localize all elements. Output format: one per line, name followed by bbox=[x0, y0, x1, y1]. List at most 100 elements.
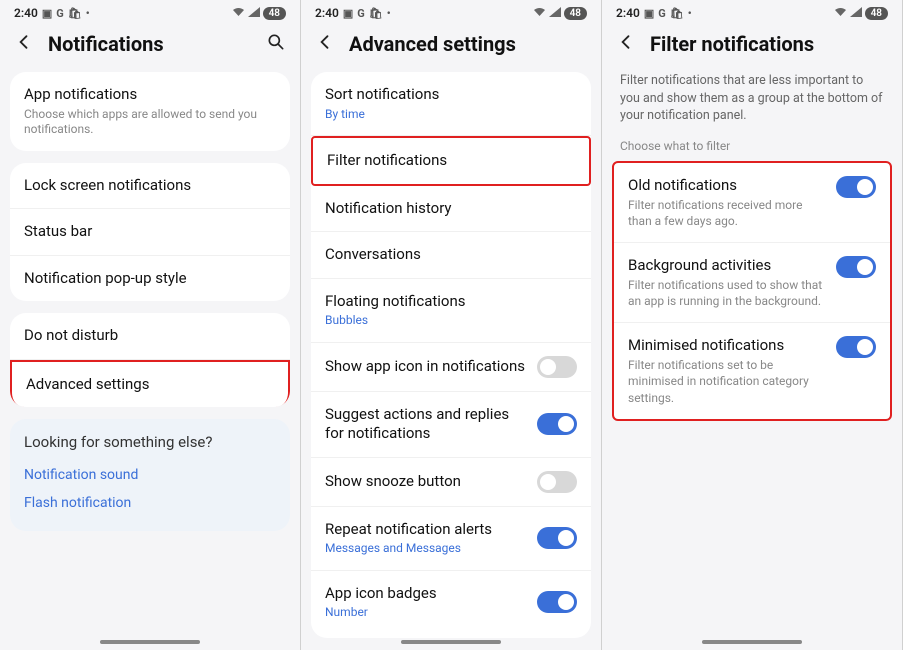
image-icon: ▣ bbox=[343, 7, 353, 20]
page-description: Filter notifications that are less impor… bbox=[602, 72, 902, 139]
toggle-repeat-alerts[interactable] bbox=[537, 527, 577, 549]
back-icon[interactable] bbox=[14, 32, 34, 56]
item-suggest-actions[interactable]: Suggest actions and replies for notifica… bbox=[311, 392, 591, 458]
toggle-show-snooze[interactable] bbox=[537, 471, 577, 493]
screen-filter-notifications: 2:40 ▣ G 🛍 • 48 Filter notifications Fil… bbox=[602, 0, 903, 650]
screen-advanced-settings: 2:40 ▣ G 🛍 • 48 Advanced settings Sort n… bbox=[301, 0, 602, 650]
home-indicator[interactable] bbox=[702, 640, 802, 644]
item-conversations[interactable]: Conversations bbox=[311, 232, 591, 279]
item-app-icon-badges[interactable]: App icon badges Number bbox=[311, 571, 591, 634]
bag-icon: 🛍 bbox=[670, 7, 684, 20]
item-sort-notifications[interactable]: Sort notifications By time bbox=[311, 72, 591, 136]
item-notification-history[interactable]: Notification history bbox=[311, 186, 591, 233]
item-title: Notification history bbox=[325, 199, 452, 219]
item-advanced-settings[interactable]: Advanced settings bbox=[10, 360, 290, 408]
card-advanced-list: Sort notifications By time Filter notifi… bbox=[311, 72, 591, 638]
toggle-minimised-notifications[interactable] bbox=[836, 336, 876, 358]
item-old-notifications[interactable]: Old notifications Filter notifications r… bbox=[614, 163, 890, 243]
signal-icon bbox=[248, 7, 260, 20]
item-sub: Filter notifications used to show that a… bbox=[628, 277, 826, 309]
status-bar: 2:40 ▣ G 🛍 • 48 bbox=[0, 0, 300, 22]
page-title: Notifications bbox=[48, 32, 252, 56]
item-sub: Filter notifications received more than … bbox=[628, 197, 826, 229]
screen-notifications: 2:40 ▣ G 🛍 • 48 Notifications App no bbox=[0, 0, 301, 650]
section-label: Choose what to filter bbox=[602, 139, 902, 161]
dot-icon: • bbox=[86, 7, 90, 20]
page-header: Notifications bbox=[0, 22, 300, 72]
dot-icon: • bbox=[387, 7, 391, 20]
signal-icon bbox=[850, 7, 862, 20]
wifi-icon bbox=[232, 7, 245, 20]
dot-icon: • bbox=[688, 7, 692, 20]
item-background-activities[interactable]: Background activities Filter notificatio… bbox=[614, 243, 890, 323]
page-title: Advanced settings bbox=[349, 32, 587, 56]
status-time: 2:40 bbox=[616, 6, 640, 20]
item-lock-screen-notifications[interactable]: Lock screen notifications bbox=[10, 163, 290, 210]
status-bar: 2:40 ▣ G 🛍 • 48 bbox=[602, 0, 902, 22]
signal-icon bbox=[549, 7, 561, 20]
card-app-notifications: App notifications Choose which apps are … bbox=[10, 72, 290, 151]
back-icon[interactable] bbox=[616, 32, 636, 56]
wifi-icon bbox=[533, 7, 546, 20]
item-app-notifications[interactable]: App notifications Choose which apps are … bbox=[10, 72, 290, 151]
item-status-bar[interactable]: Status bar bbox=[10, 209, 290, 256]
item-title: Do not disturb bbox=[24, 326, 118, 346]
toggle-show-app-icon[interactable] bbox=[537, 356, 577, 378]
card-filter-options: Old notifications Filter notifications r… bbox=[612, 161, 892, 421]
item-do-not-disturb[interactable]: Do not disturb bbox=[10, 313, 290, 360]
item-title: Background activities bbox=[628, 256, 826, 274]
card-help: Looking for something else? Notification… bbox=[10, 419, 290, 531]
status-bar: 2:40 ▣ G 🛍 • 48 bbox=[301, 0, 601, 22]
item-sub: Number bbox=[325, 605, 527, 621]
card-display-options: Lock screen notifications Status bar Not… bbox=[10, 163, 290, 302]
item-title: App icon badges bbox=[325, 584, 527, 604]
item-title: Notification pop-up style bbox=[24, 269, 187, 289]
battery-pill: 48 bbox=[865, 7, 888, 20]
bag-icon: 🛍 bbox=[68, 7, 82, 20]
item-title: Filter notifications bbox=[327, 151, 447, 171]
item-show-snooze[interactable]: Show snooze button bbox=[311, 458, 591, 507]
item-repeat-alerts[interactable]: Repeat notification alerts Messages and … bbox=[311, 507, 591, 571]
toggle-background-activities[interactable] bbox=[836, 256, 876, 278]
page-header: Filter notifications bbox=[602, 22, 902, 72]
g-icon: G bbox=[56, 7, 64, 20]
item-title: Show snooze button bbox=[325, 472, 461, 492]
battery-pill: 48 bbox=[564, 7, 587, 20]
help-title: Looking for something else? bbox=[24, 433, 276, 451]
item-sub: Choose which apps are allowed to send yo… bbox=[24, 107, 276, 138]
page-header: Advanced settings bbox=[301, 22, 601, 72]
card-more-settings: Do not disturb Advanced settings bbox=[10, 313, 290, 407]
image-icon: ▣ bbox=[644, 7, 654, 20]
item-popup-style[interactable]: Notification pop-up style bbox=[10, 256, 290, 302]
wifi-icon bbox=[834, 7, 847, 20]
item-title: Old notifications bbox=[628, 176, 826, 194]
item-title: Minimised notifications bbox=[628, 336, 826, 354]
item-floating-notifications[interactable]: Floating notifications Bubbles bbox=[311, 279, 591, 343]
item-sub: Messages and Messages bbox=[325, 541, 527, 557]
back-icon[interactable] bbox=[315, 32, 335, 56]
toggle-old-notifications[interactable] bbox=[836, 176, 876, 198]
item-title: Repeat notification alerts bbox=[325, 520, 527, 540]
search-icon[interactable] bbox=[266, 32, 286, 56]
link-flash-notification[interactable]: Flash notification bbox=[24, 489, 276, 517]
g-icon: G bbox=[357, 7, 365, 20]
status-time: 2:40 bbox=[315, 6, 339, 20]
g-icon: G bbox=[658, 7, 666, 20]
item-filter-notifications[interactable]: Filter notifications bbox=[311, 136, 591, 186]
item-sub: Filter notifications set to be minimised… bbox=[628, 357, 826, 406]
item-title: Status bar bbox=[24, 222, 92, 242]
item-sub: By time bbox=[325, 107, 577, 123]
home-indicator[interactable] bbox=[100, 640, 200, 644]
item-sub: Bubbles bbox=[325, 313, 577, 329]
toggle-suggest-actions[interactable] bbox=[537, 413, 577, 435]
home-indicator[interactable] bbox=[401, 640, 501, 644]
item-title: App notifications bbox=[24, 85, 276, 105]
item-show-app-icon[interactable]: Show app icon in notifications bbox=[311, 343, 591, 392]
item-minimised-notifications[interactable]: Minimised notifications Filter notificat… bbox=[614, 323, 890, 419]
item-title: Lock screen notifications bbox=[24, 176, 191, 196]
link-notification-sound[interactable]: Notification sound bbox=[24, 461, 276, 489]
bag-icon: 🛍 bbox=[369, 7, 383, 20]
toggle-app-icon-badges[interactable] bbox=[537, 591, 577, 613]
page-title: Filter notifications bbox=[650, 32, 888, 56]
item-title: Show app icon in notifications bbox=[325, 357, 525, 377]
